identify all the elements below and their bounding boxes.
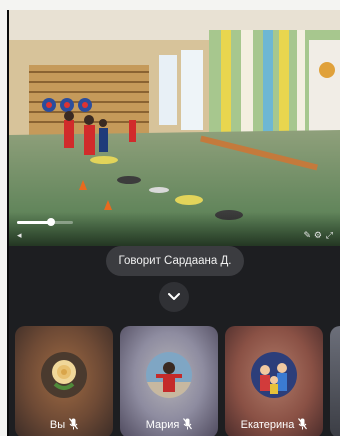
settings-icon[interactable]: ⚙ [314, 230, 322, 240]
video-progress-bar[interactable] [17, 218, 73, 226]
participant-tile-you[interactable]: Вы [15, 326, 113, 436]
participant-name: Вы [49, 419, 66, 431]
shared-video[interactable]: ◂ ✎ ⚙ ⤢ [9, 10, 340, 246]
chevron-down-icon [168, 293, 180, 300]
collapse-button[interactable] [159, 282, 189, 312]
video-controls: ◂ ✎ ⚙ ⤢ [9, 212, 340, 246]
mic-off-icon [183, 418, 193, 430]
mic-off-icon [69, 418, 79, 430]
person-avatar [146, 352, 192, 398]
video-progress-knob[interactable] [46, 218, 55, 226]
participant-tile-ekaterina[interactable]: Екатерина [225, 326, 323, 436]
participant-label: Вы [15, 418, 113, 432]
participant-label: Екатерина [225, 418, 323, 432]
participant-tile-partial[interactable] [330, 326, 340, 436]
call-window: ◂ ✎ ⚙ ⤢ Говорит Сардаана Д. Вы Мария Ека… [7, 10, 340, 436]
participant-label: Мария [120, 418, 218, 432]
rose-avatar [41, 352, 87, 398]
group-photo-avatar [251, 352, 297, 398]
edit-icon[interactable]: ✎ [303, 230, 311, 240]
gym-scene-image [9, 10, 340, 246]
active-speaker-label: Говорит Сардаана Д. [106, 246, 244, 276]
participant-name: Екатерина [240, 419, 295, 431]
fullscreen-icon[interactable]: ⤢ [326, 230, 333, 240]
participant-name: Мария [145, 419, 180, 431]
volume-icon[interactable]: ◂ [17, 230, 22, 240]
video-progress-fill [17, 221, 51, 224]
mic-off-icon [298, 418, 308, 430]
participant-tile-maria[interactable]: Мария [120, 326, 218, 436]
